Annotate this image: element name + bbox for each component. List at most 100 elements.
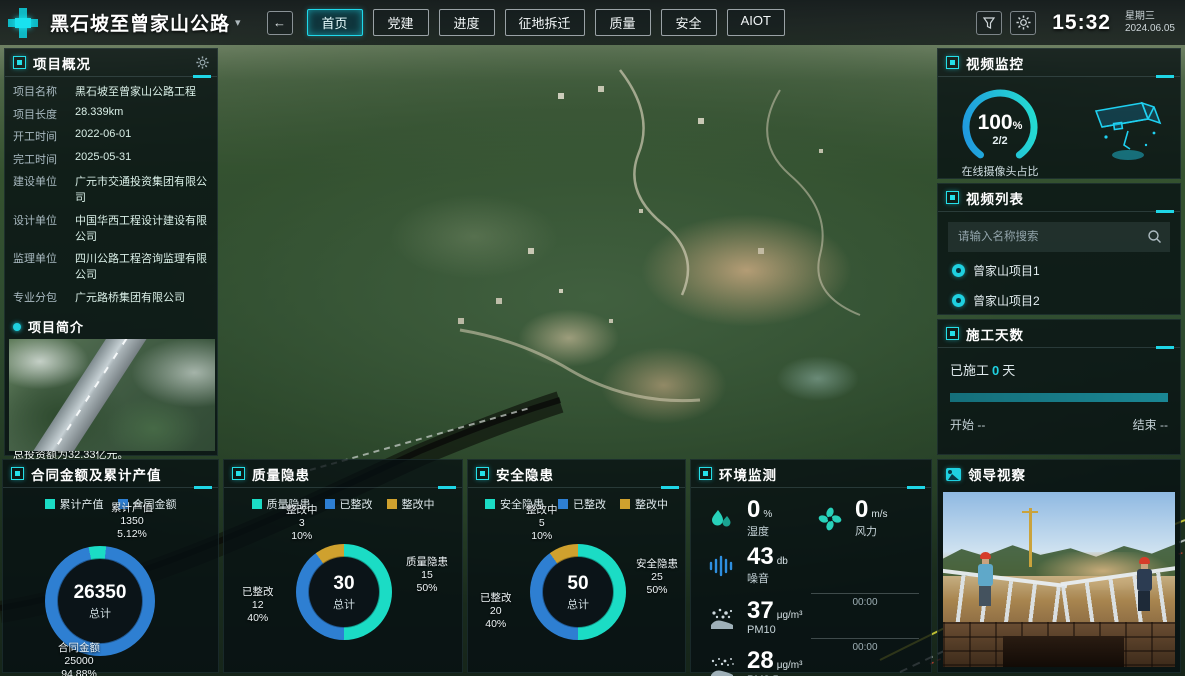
start-date: 开始 -- <box>950 416 985 433</box>
header-accent-dash <box>194 486 212 489</box>
panel-quality-hazards: 质量隐患 质量隐患 已整改 整改中 整改中 3 10% 30 总计 已整改 12… <box>223 459 463 673</box>
nav-tabs: 首页 党建 进度 征地拆迁 质量 安全 AIOT <box>307 9 785 36</box>
days-worked-label: 已施工0天 <box>950 360 1168 379</box>
panel-bracket-icon <box>946 56 959 69</box>
weekday: 星期三 <box>1125 11 1175 23</box>
gear-icon <box>1016 15 1031 30</box>
env-wind: 0m/s 风力 <box>813 498 921 539</box>
quality-donut-chart: 30 总计 <box>296 544 392 640</box>
header-accent-dash <box>193 75 211 78</box>
video-list-item[interactable]: 曾家山项目1 <box>952 262 1168 279</box>
intro-title: 项目简介 <box>28 317 84 336</box>
slice-label-contract: 合同金额 25000 94.88% <box>58 642 100 676</box>
date-block: 星期三 2024.06.05 <box>1125 11 1175 34</box>
tab-land-acquisition[interactable]: 征地拆迁 <box>505 9 585 36</box>
panel-video-monitor: 视频监控 100% 2/2 在线摄像头占比 <box>937 48 1181 179</box>
panel-bracket-icon <box>476 467 489 480</box>
field-row: 项目名称黑石坡至曾家山公路工程 <box>13 83 209 99</box>
worker-left <box>978 552 993 606</box>
legend-swatch <box>620 499 630 509</box>
header-accent-dash <box>438 486 456 489</box>
highway-image-road <box>18 339 150 451</box>
overview-fields: 项目名称黑石坡至曾家山公路工程 项目长度28.339km 开工时间2022-06… <box>5 77 217 313</box>
filter-button[interactable] <box>976 11 1002 35</box>
env-humidity: 0% 湿度 <box>705 498 813 539</box>
legend-swatch <box>325 499 335 509</box>
video-search-input[interactable] <box>948 222 1170 252</box>
worker-right <box>1137 557 1152 611</box>
safety-donut-chart: 50 总计 <box>530 544 626 640</box>
droplet-icon <box>705 506 739 532</box>
contract-donut-chart: 26350 总计 <box>45 546 155 656</box>
sound-wave-icon <box>705 554 739 578</box>
panel-bracket-icon <box>13 56 26 69</box>
page-title: 黑石坡至曾家山公路 <box>50 9 230 36</box>
project-aerial-photo <box>9 339 215 451</box>
safety-legend: 安全隐患 已整改 整改中 <box>468 496 685 512</box>
bullet-dot-icon <box>13 323 21 331</box>
field-row: 建设单位广元市交通投资集团有限公司 <box>13 173 209 205</box>
env-noise: 43db 噪音 <box>705 545 921 586</box>
video-monitor-title: 视频监控 <box>966 53 1024 73</box>
pm25-particles-icon <box>705 655 739 676</box>
search-icon[interactable] <box>1147 229 1162 249</box>
clock-time: 15:32 <box>1052 11 1111 35</box>
contract-panel-title: 合同金额及累计产值 <box>31 464 162 484</box>
tab-aiot[interactable]: AIOT <box>727 9 785 36</box>
settings-button[interactable] <box>1010 11 1036 35</box>
header-accent-dash <box>1156 346 1174 349</box>
intro-header: 项目简介 <box>5 313 217 338</box>
slice-label-fixing: 整改中 5 10% <box>526 504 558 543</box>
dashboard: 黑石坡至曾家山公路 ▾ ← 首页 党建 进度 征地拆迁 质量 安全 AIOT <box>0 0 1185 676</box>
camera-dot-icon <box>952 264 965 277</box>
tab-safety[interactable]: 安全 <box>661 9 717 36</box>
safety-panel-title: 安全隐患 <box>496 464 554 484</box>
funnel-icon <box>982 16 996 30</box>
tab-progress[interactable]: 进度 <box>439 9 495 36</box>
video-list-item[interactable]: 曾家山项目2 <box>952 292 1168 309</box>
gauge-caption: 在线摄像头占比 <box>952 163 1048 179</box>
title-dropdown-caret[interactable]: ▾ <box>235 16 241 29</box>
tab-quality[interactable]: 质量 <box>595 9 651 36</box>
noise-sparkline-timestamp: 00:00 <box>811 593 919 608</box>
panel-safety-hazards: 安全隐患 安全隐患 已整改 整改中 整改中 5 10% 50 总计 已整改 20… <box>467 459 686 673</box>
fan-icon <box>813 506 847 532</box>
header-accent-dash <box>1156 210 1174 213</box>
cctv-camera-icon <box>1084 93 1170 178</box>
panel-project-overview: 项目概况 项目名称黑石坡至曾家山公路工程 项目长度28.339km 开工时间20… <box>4 48 218 456</box>
field-row: 项目长度28.339km <box>13 106 209 122</box>
legend-swatch <box>387 499 397 509</box>
quality-panel-title: 质量隐患 <box>252 464 310 484</box>
crane-in-photo <box>1029 508 1032 568</box>
tab-party-building[interactable]: 党建 <box>373 9 429 36</box>
legend-swatch <box>45 499 55 509</box>
slice-label-fixed: 已整改 20 40% <box>480 592 512 631</box>
pm10-sparkline-timestamp: 00:00 <box>811 638 919 653</box>
field-row: 监理单位四川公路工程咨询监理有限公司 <box>13 250 209 282</box>
legend-swatch <box>252 499 262 509</box>
pm10-particles-icon <box>705 605 739 631</box>
back-button[interactable]: ← <box>267 11 293 35</box>
slice-label-hazard: 质量隐患 15 50% <box>406 556 448 595</box>
panel-bracket-icon <box>232 467 245 480</box>
env-panel-title: 环境监测 <box>719 464 777 484</box>
date: 2024.06.05 <box>1125 23 1175 35</box>
slice-label-fixed: 已整改 12 40% <box>242 586 274 625</box>
header-accent-dash <box>661 486 679 489</box>
panel-contract-output: 合同金额及累计产值 累计产值 合同金额 累计产值 1350 5.12% 2635… <box>2 459 219 673</box>
legend-swatch <box>485 499 495 509</box>
top-bar: 黑石坡至曾家山公路 ▾ ← 首页 党建 进度 征地拆迁 质量 安全 AIOT <box>0 0 1185 45</box>
panel-environment: 环境监测 0% 湿度 0m/s 风力 <box>690 459 932 673</box>
slice-label-hazard: 安全隐患 25 50% <box>636 558 678 597</box>
days-worked-value: 0 <box>992 363 999 378</box>
slice-label-output: 累计产值 1350 5.12% <box>111 502 153 541</box>
overview-title: 项目概况 <box>33 53 91 73</box>
gear-icon <box>196 56 209 69</box>
panel-construction-days: 施工天数 已施工0天 开始 -- 结束 -- <box>937 319 1181 455</box>
overview-settings-button[interactable] <box>196 56 209 69</box>
field-row: 设计单位中国华西工程设计建设有限公司 <box>13 212 209 244</box>
panel-bracket-icon <box>11 467 24 480</box>
tab-home[interactable]: 首页 <box>307 9 363 36</box>
panel-leader-visit: 领导视察 <box>937 459 1181 673</box>
leader-visit-photo <box>943 492 1175 667</box>
